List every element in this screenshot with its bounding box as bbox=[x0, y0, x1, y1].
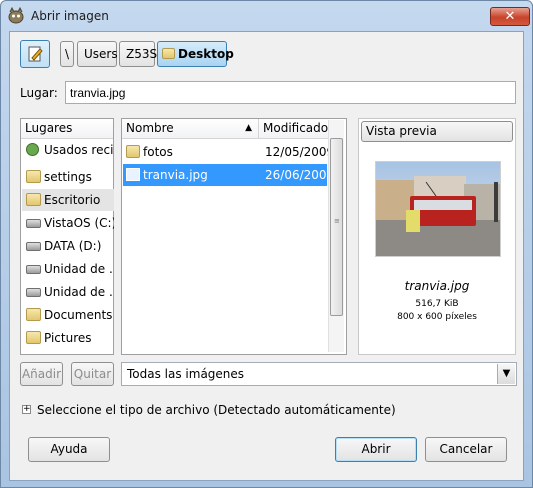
preview-thumbnail bbox=[375, 161, 501, 257]
removable-drive-icon bbox=[26, 265, 41, 274]
place-item-vistaos[interactable]: VistaOS (C:) bbox=[22, 212, 114, 234]
filetype-expander-label[interactable]: Seleccione el tipo de archivo (Detectado… bbox=[37, 403, 396, 417]
file-list-scrollbar[interactable]: ≡ bbox=[328, 120, 344, 352]
folder-icon bbox=[162, 48, 175, 59]
breadcrumb-desktop-label: Desktop bbox=[178, 47, 234, 61]
breadcrumb-z53s[interactable]: Z53S bbox=[119, 41, 157, 67]
column-header-modified[interactable]: Modificado bbox=[259, 119, 328, 139]
scrollbar-thumb[interactable]: ≡ bbox=[330, 138, 343, 316]
dialog-window: Abrir imagen ✕ \ Users Z53S Desktop Luga… bbox=[0, 0, 533, 488]
file-row-selected[interactable]: tranvia.jpg 26/06/2005 bbox=[123, 164, 334, 186]
pencil-icon bbox=[28, 46, 43, 62]
folder-icon bbox=[26, 170, 41, 183]
file-name: fotos bbox=[143, 145, 173, 159]
add-bookmark-button[interactable]: Añadir bbox=[20, 362, 63, 386]
places-header[interactable]: Lugares bbox=[21, 119, 113, 139]
location-input[interactable] bbox=[65, 81, 516, 104]
sort-ascending-icon: ▲ bbox=[245, 123, 252, 133]
place-item-data[interactable]: DATA (D:) bbox=[22, 235, 114, 257]
place-label: Usados reci... bbox=[44, 143, 114, 157]
image-file-icon bbox=[126, 168, 140, 181]
file-filter-select[interactable]: Todas las imágenes ▼ bbox=[121, 362, 517, 386]
place-label: settings bbox=[44, 170, 92, 184]
window-title: Abrir imagen bbox=[31, 9, 109, 23]
place-label: DATA (D:) bbox=[44, 239, 102, 253]
help-button[interactable]: Ayuda bbox=[28, 437, 110, 462]
file-modified: 12/05/2009 bbox=[265, 145, 335, 159]
breadcrumb-desktop[interactable]: Desktop bbox=[157, 41, 234, 67]
file-row[interactable]: fotos 12/05/2009 bbox=[123, 141, 334, 163]
tram-photo-image bbox=[376, 162, 500, 256]
place-item-recent[interactable]: Usados reci... bbox=[22, 139, 114, 161]
place-item-unidad-1[interactable]: Unidad de ... bbox=[22, 258, 114, 280]
place-item-escritorio[interactable]: Escritorio bbox=[22, 189, 114, 211]
file-filter-value: Todas las imágenes bbox=[127, 367, 245, 381]
place-item-unidad-2[interactable]: Unidad de ... bbox=[22, 281, 114, 303]
breadcrumb-root[interactable]: \ bbox=[60, 41, 74, 67]
location-label: Lugar: bbox=[20, 86, 58, 100]
removable-drive-icon bbox=[26, 288, 41, 297]
preview-size: 516,7 KiB bbox=[415, 299, 459, 309]
place-label: Unidad de ... bbox=[44, 285, 114, 299]
close-button[interactable]: ✕ bbox=[490, 7, 530, 26]
gimp-icon bbox=[8, 7, 24, 24]
folder-icon bbox=[126, 145, 140, 158]
preview-panel: Vista previa tranvia.jpg 516,7 KiB 800 x… bbox=[358, 118, 516, 355]
recent-icon bbox=[26, 143, 39, 156]
dialog-body: \ Users Z53S Desktop Lugar: Lugares Usad… bbox=[9, 31, 524, 481]
title-bar[interactable]: Abrir imagen ✕ bbox=[1, 1, 532, 31]
file-name: tranvia.jpg bbox=[143, 168, 208, 182]
place-item-documents[interactable]: Documents bbox=[22, 304, 114, 326]
expand-plus-icon[interactable]: + bbox=[22, 405, 31, 414]
place-label: VistaOS (C:) bbox=[44, 216, 114, 230]
remove-bookmark-button[interactable]: Quitar bbox=[71, 362, 114, 386]
place-item-settings[interactable]: settings bbox=[22, 166, 114, 188]
places-panel: Lugares Usados reci... settings Escritor… bbox=[20, 118, 114, 355]
preview-filename: tranvia.jpg bbox=[404, 279, 470, 293]
preview-button[interactable]: Vista previa bbox=[361, 121, 513, 142]
open-button[interactable]: Abrir bbox=[335, 437, 417, 462]
column-header-name[interactable]: Nombre ▲ bbox=[122, 119, 259, 139]
place-label: Escritorio bbox=[44, 193, 101, 207]
cancel-button[interactable]: Cancelar bbox=[425, 437, 507, 462]
file-modified: 26/06/2005 bbox=[265, 168, 335, 182]
place-label: Documents bbox=[44, 308, 113, 322]
folder-icon bbox=[26, 331, 41, 344]
dropdown-arrow-icon[interactable]: ▼ bbox=[497, 364, 515, 384]
drive-icon bbox=[26, 219, 41, 228]
type-location-toggle-button[interactable] bbox=[20, 40, 50, 68]
column-header-name-label: Nombre bbox=[126, 121, 174, 135]
folder-icon bbox=[26, 308, 41, 321]
place-label: Unidad de ... bbox=[44, 262, 114, 276]
place-label: Pictures bbox=[44, 331, 92, 345]
grip-icon: ≡ bbox=[334, 217, 340, 225]
folder-icon bbox=[26, 193, 41, 206]
place-item-pictures[interactable]: Pictures bbox=[22, 327, 114, 349]
file-list-panel: Nombre ▲ Modificado fotos 12/05/2009 tra… bbox=[121, 118, 347, 355]
breadcrumb-users[interactable]: Users bbox=[77, 41, 118, 67]
preview-dimensions: 800 x 600 píxeles bbox=[397, 312, 477, 322]
drive-icon bbox=[26, 242, 41, 251]
